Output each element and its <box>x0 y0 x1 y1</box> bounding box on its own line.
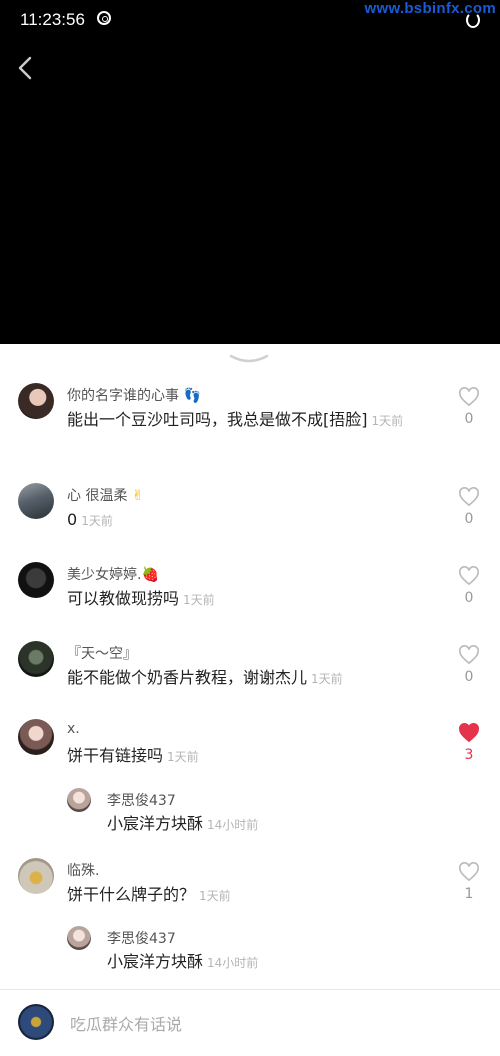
avatar[interactable] <box>18 719 54 755</box>
comment-text[interactable]: 饼干有链接吗 <box>67 746 163 765</box>
comment-username[interactable]: x. <box>67 721 80 737</box>
comment-username[interactable]: 心 很温柔 <box>67 488 127 504</box>
comment-username[interactable]: 『天～空』 <box>67 643 137 663</box>
video-area[interactable]: 11:23:56 www.bsbinfx.com <box>0 0 500 344</box>
heart-icon <box>459 862 479 882</box>
like-button[interactable]: 0 <box>458 387 480 427</box>
like-count: 1 <box>464 886 474 902</box>
heart-icon <box>459 487 479 507</box>
reply-text[interactable]: 小宸洋方块酥 <box>107 814 203 833</box>
status-time: 11:23:56 <box>20 10 85 29</box>
avatar[interactable] <box>67 926 91 950</box>
comment-input-bar[interactable]: 吃瓜群众有话说 <box>0 990 500 1056</box>
reply-username[interactable]: 李思俊437 <box>107 928 176 948</box>
heart-icon <box>459 566 479 586</box>
heart-icon <box>459 645 479 665</box>
comment-username[interactable]: 你的名字谁的心事 <box>67 388 179 404</box>
like-count: 0 <box>464 590 474 606</box>
comment-username[interactable]: 临殊. <box>67 860 99 880</box>
like-count: 0 <box>464 411 474 427</box>
avatar[interactable] <box>18 562 54 598</box>
notification-icon <box>97 11 111 25</box>
comment-time: 1天前 <box>311 672 343 686</box>
comment-text[interactable]: 能出一个豆沙吐司吗，我总是做不成[捂脸] <box>67 410 368 429</box>
comment-time: 1天前 <box>199 889 231 903</box>
like-count: 0 <box>464 511 474 527</box>
comment-text[interactable]: 饼干什么牌子的？ <box>67 885 195 904</box>
heart-icon <box>459 387 479 407</box>
heart-filled-icon <box>459 723 479 743</box>
like-count: 3 <box>464 747 474 763</box>
avatar[interactable] <box>18 383 54 419</box>
like-count: 0 <box>464 669 474 685</box>
collapse-handle-icon[interactable] <box>229 352 269 366</box>
comment-time: 1天前 <box>81 514 113 528</box>
comment-input[interactable]: 吃瓜群众有话说 <box>70 1011 182 1035</box>
strawberry-icon: 🍓 <box>141 567 159 583</box>
avatar[interactable] <box>18 641 54 677</box>
comment-time: 1天前 <box>371 414 404 428</box>
chevron-left-icon <box>18 56 32 80</box>
my-avatar <box>18 1004 54 1040</box>
like-button[interactable]: 0 <box>458 645 480 685</box>
avatar[interactable] <box>18 483 54 519</box>
like-button[interactable]: 3 <box>458 723 480 763</box>
reply-text[interactable]: 小宸洋方块酥 <box>107 952 203 971</box>
avatar[interactable] <box>67 788 91 812</box>
avatar[interactable] <box>18 858 54 894</box>
like-button[interactable]: 0 <box>458 487 480 527</box>
comment-time: 1天前 <box>167 750 199 764</box>
reply-time: 14小时前 <box>207 818 259 832</box>
comment-username[interactable]: 美少女婷婷. <box>67 567 141 583</box>
refresh-icon <box>466 12 480 28</box>
comment-text[interactable]: 能不能做个奶香片教程，谢谢杰儿 <box>67 668 307 687</box>
reply-time: 14小时前 <box>207 956 259 970</box>
footprints-icon: 👣 <box>183 388 201 404</box>
victory-hand-icon: ✌ <box>131 488 144 504</box>
reply-username[interactable]: 李思俊437 <box>107 790 176 810</box>
back-button[interactable] <box>16 56 36 80</box>
like-button[interactable]: 1 <box>458 862 480 902</box>
like-button[interactable]: 0 <box>458 566 480 606</box>
comment-text[interactable]: 可以教做现捞吗 <box>67 589 179 608</box>
comment-text[interactable]: 0 <box>67 510 77 529</box>
comment-time: 1天前 <box>183 593 215 607</box>
